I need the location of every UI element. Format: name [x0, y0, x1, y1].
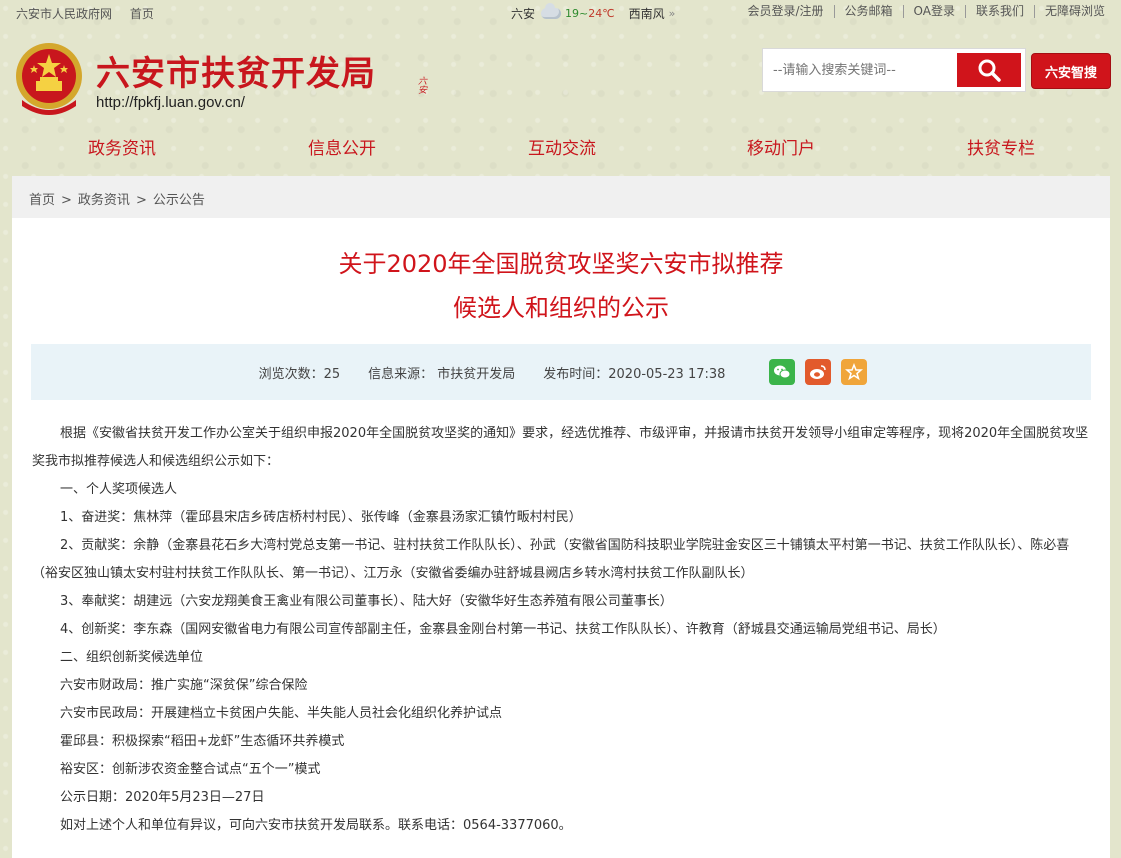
info-source: 信息来源： 市扶贫开发局 — [368, 366, 516, 382]
top-bar: 六安市人民政府网 首页 六安 19~24℃ 西南风 » 会员登录/注册 公务邮箱… — [0, 0, 1121, 26]
cloud-icon — [541, 3, 562, 19]
paragraph: 二、组织创新奖候选单位 — [60, 650, 204, 665]
breadcrumb-separator: > — [61, 193, 72, 208]
article-body: 根据《安徽省扶贫开发工作办公室关于组织申报2020年全国脱贫攻坚奖的通知》要求，… — [12, 420, 1110, 840]
public-email-link[interactable]: 公务邮箱 — [835, 5, 904, 18]
search-box — [762, 48, 1026, 92]
article-title-line-1: 关于2020年全国脱贫攻坚奖六安市拟推荐 — [338, 250, 784, 278]
star-icon — [845, 363, 864, 381]
search-icon — [978, 59, 1001, 82]
paragraph: 六安市民政局：开展建档立卡贫困户失能、半失能人员社会化组织化养护试点 — [60, 706, 503, 721]
top-bar-left: 六安市人民政府网 首页 — [16, 5, 168, 22]
article-meta: 浏览次数：25 信息来源： 市扶贫开发局 发布时间：2020-05-23 17:… — [31, 344, 1091, 400]
nav-item-poverty-column[interactable]: 扶贫专栏 — [931, 134, 1071, 159]
top-bar-right: 会员登录/注册 公务邮箱 OA登录 联系我们 无障碍浏览 — [737, 5, 1105, 18]
favorite-button[interactable] — [841, 359, 868, 385]
paragraph: 六安市财政局：推广实施“深贫保”综合保险 — [60, 678, 308, 693]
paragraph: 如对上述个人和单位有异议，可向六安市扶贫开发局联系。联系电话：0564-3377… — [60, 818, 572, 833]
paragraph: 1、奋进奖：焦林萍（霍邱县宋店乡砖店桥村村民）、张传峰（金寨县汤家汇镇竹畈村村民… — [60, 510, 582, 525]
paragraph: 霍邱县：积极探索“稻田+龙虾”生态循环共养模式 — [60, 734, 345, 749]
weibo-icon — [810, 365, 827, 379]
nav-item-info-disclosure[interactable]: 信息公开 — [272, 134, 412, 159]
weather-city: 六安 — [511, 7, 536, 21]
weibo-share-button[interactable] — [805, 359, 832, 385]
site-url: http://fpkfj.luan.gov.cn/ — [96, 94, 245, 111]
paragraph: 4、创新奖：李东森（国网安徽省电力有限公司宣传部副主任，金寨县金刚台村第一书记、… — [60, 622, 946, 637]
main-nav: 政务资讯 信息公开 互动交流 移动门户 扶贫专栏 — [0, 122, 1121, 176]
link-home[interactable]: 首页 — [130, 7, 154, 21]
wechat-icon — [774, 365, 791, 379]
paragraph: 一、个人奖项候选人 — [60, 482, 178, 497]
accessibility-link[interactable]: 无障碍浏览 — [1035, 5, 1105, 18]
paragraph: 裕安区：创新涉农资金整合试点“五个一”模式 — [60, 762, 321, 777]
oa-login-link[interactable]: OA登录 — [904, 5, 966, 18]
nav-item-mobile-portal[interactable]: 移动门户 — [711, 134, 851, 159]
paragraph: 公示日期：2020年5月23日—27日 — [60, 790, 265, 805]
breadcrumb-news[interactable]: 政务资讯 — [78, 193, 130, 208]
temp-low: 19~ — [565, 7, 589, 20]
search-input[interactable] — [767, 53, 957, 87]
temp-high: 24℃ — [588, 7, 615, 20]
national-emblem-icon — [16, 43, 82, 115]
content-panel: 首页 > 政务资讯 > 公示公告 关于2020年全国脱贫攻坚奖六安市拟推荐 候选人和组织… — [12, 176, 1110, 858]
view-count: 浏览次数：25 — [258, 366, 341, 382]
search-button[interactable] — [957, 53, 1021, 87]
weather-widget: 六安 19~24℃ 西南风 » — [511, 3, 676, 22]
weather-wind: 西南风 — [628, 7, 665, 21]
smart-search-button[interactable]: 六安智搜 — [1031, 53, 1111, 89]
breadcrumb-announcements[interactable]: 公示公告 — [153, 193, 205, 208]
paragraph: 根据《安徽省扶贫开发工作办公室关于组织申报2020年全国脱贫攻坚奖的通知》要求，… — [32, 426, 1089, 469]
link-city-gov[interactable]: 六安市人民政府网 — [16, 7, 112, 21]
site-title: 六安市扶贫开发局 — [96, 54, 376, 94]
wechat-share-button[interactable] — [769, 359, 796, 385]
paragraph: 3、奉献奖：胡建远（六安龙翔美食王禽业有限公司董事长）、陆大好（安徽华好生态养殖… — [60, 594, 673, 609]
weather-temperature: 19~24℃ — [565, 7, 615, 20]
article-title: 关于2020年全国脱贫攻坚奖六安市拟推荐 候选人和组织的公示 — [12, 242, 1110, 330]
breadcrumb-home[interactable]: 首页 — [29, 193, 55, 208]
share-buttons — [769, 359, 877, 385]
article-title-line-2: 候选人和组织的公示 — [453, 294, 669, 322]
breadcrumb: 首页 > 政务资讯 > 公示公告 — [12, 176, 1110, 218]
breadcrumb-separator: > — [135, 193, 147, 208]
nav-item-interaction[interactable]: 互动交流 — [492, 134, 632, 159]
double-chevron-right-icon[interactable]: » — [669, 7, 676, 20]
contact-us-link[interactable]: 联系我们 — [966, 5, 1035, 18]
member-login-link[interactable]: 会员登录/注册 — [737, 5, 835, 18]
nav-item-news[interactable]: 政务资讯 — [52, 134, 192, 159]
site-header: 六安市扶贫开发局 http://fpkfj.luan.gov.cn/ 六安 六安… — [0, 26, 1121, 122]
publish-time: 发布时间：2020-05-23 17:38 — [543, 366, 726, 382]
paragraph: 2、贡献奖：余静（金寨县花石乡大湾村党总支第一书记、驻村扶贫工作队队长）、孙武（… — [32, 538, 1070, 581]
